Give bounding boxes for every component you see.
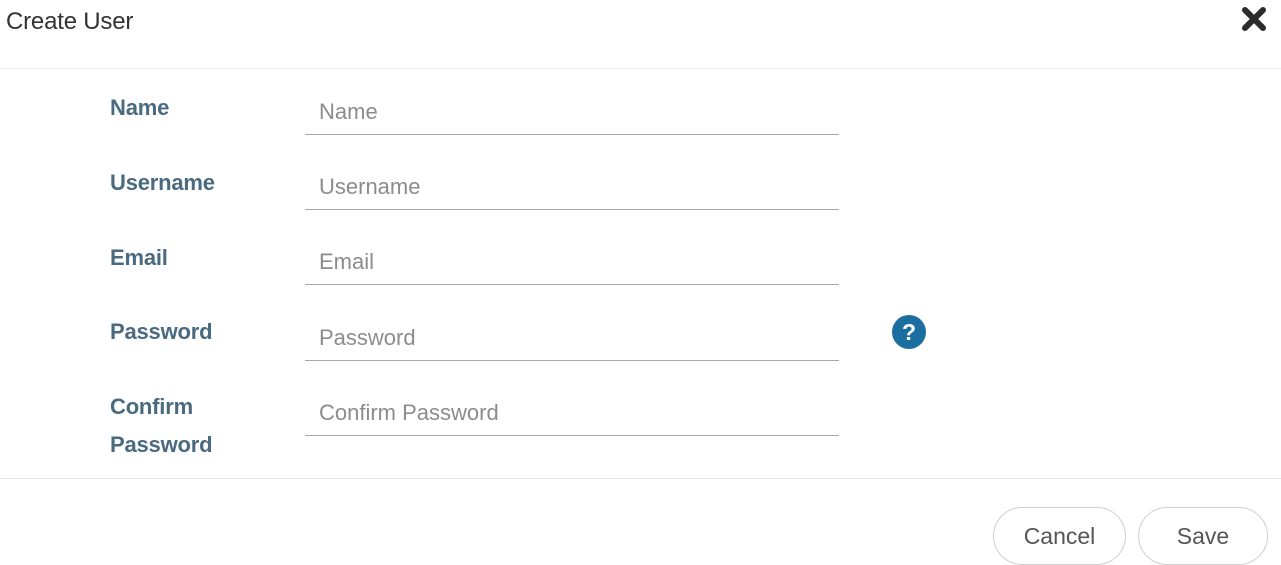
name-label: Name bbox=[110, 95, 170, 120]
question-circle-icon: ? bbox=[892, 315, 926, 349]
confirm-password-label: Confirm Password bbox=[110, 394, 213, 457]
modal-header: Create User bbox=[0, 0, 1281, 69]
password-label: Password bbox=[110, 319, 213, 344]
email-label: Email bbox=[110, 245, 168, 270]
username-label: Username bbox=[110, 170, 215, 195]
modal-title: Create User bbox=[6, 8, 134, 35]
footer-divider bbox=[0, 478, 1281, 479]
username-input[interactable] bbox=[305, 164, 839, 210]
close-icon bbox=[1242, 7, 1266, 31]
svg-text:?: ? bbox=[902, 319, 916, 345]
password-input[interactable] bbox=[305, 315, 839, 361]
password-help-button[interactable]: ? bbox=[891, 314, 927, 350]
email-input[interactable] bbox=[305, 239, 839, 285]
save-button[interactable]: Save bbox=[1138, 507, 1268, 565]
name-input[interactable] bbox=[305, 89, 839, 135]
cancel-button[interactable]: Cancel bbox=[993, 507, 1126, 565]
confirm-password-input[interactable] bbox=[305, 390, 839, 436]
close-button[interactable] bbox=[1240, 5, 1268, 33]
